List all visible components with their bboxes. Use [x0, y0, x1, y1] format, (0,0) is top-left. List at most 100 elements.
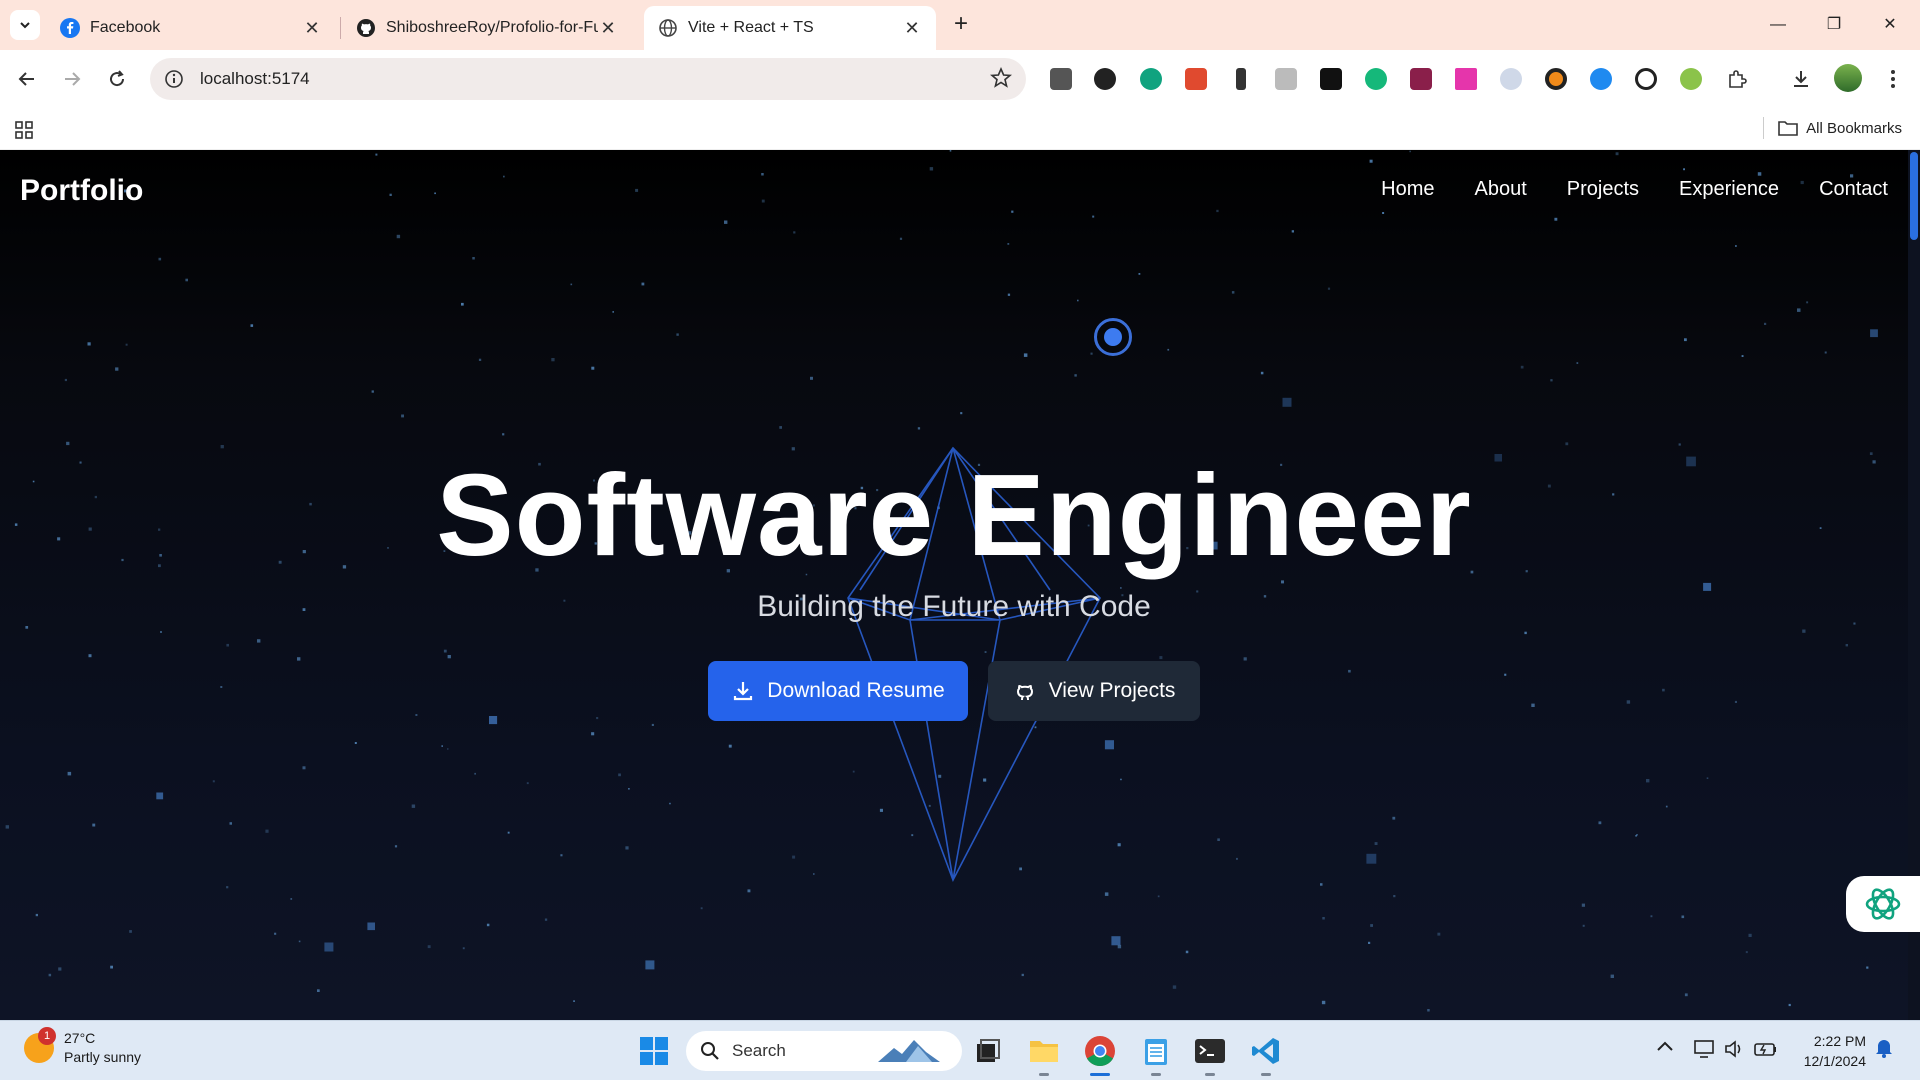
nav-projects[interactable]: Projects — [1567, 178, 1639, 201]
taskbar-search[interactable]: Search — [686, 1031, 962, 1071]
forward-button[interactable] — [57, 64, 87, 94]
star-particle — [645, 960, 655, 970]
chrome-taskbar-button[interactable] — [1082, 1033, 1118, 1069]
notepad-icon — [1145, 1039, 1167, 1065]
extension-icon[interactable] — [1545, 68, 1567, 90]
downloads-button[interactable] — [1786, 64, 1816, 94]
star-particle — [1393, 895, 1396, 898]
star-particle — [394, 845, 398, 848]
star-particle — [1734, 700, 1737, 703]
close-icon[interactable]: ✕ — [302, 18, 322, 39]
running-indicator — [1039, 1073, 1049, 1076]
close-icon[interactable]: ✕ — [902, 18, 922, 39]
apps-grid-icon[interactable] — [14, 120, 34, 140]
url-text[interactable]: localhost:5174 — [200, 69, 310, 89]
extension-icon[interactable] — [1094, 68, 1116, 90]
nav-about[interactable]: About — [1474, 178, 1526, 201]
reload-button[interactable] — [102, 64, 132, 94]
star-particle — [917, 427, 921, 430]
extension-icon[interactable] — [1590, 68, 1612, 90]
close-window-button[interactable]: ✕ — [1870, 10, 1910, 40]
profile-avatar[interactable] — [1834, 64, 1862, 92]
site-logo[interactable]: Portfolio — [20, 174, 143, 208]
extension-icon[interactable] — [1320, 68, 1342, 90]
battery-icon[interactable] — [1754, 1039, 1778, 1064]
star-particle — [411, 804, 416, 808]
star-particle — [612, 311, 614, 313]
extension-icon[interactable] — [1410, 68, 1432, 90]
star-particle — [1845, 644, 1848, 647]
star-particle — [1120, 778, 1122, 781]
download-resume-label: Download Resume — [767, 679, 945, 702]
volume-icon[interactable] — [1724, 1039, 1746, 1064]
extension-icon[interactable] — [1500, 68, 1522, 90]
weather-widget[interactable]: 1 27°C Partly sunny — [24, 1027, 141, 1067]
extension-icon[interactable] — [1365, 68, 1387, 90]
site-info-icon[interactable] — [164, 69, 184, 89]
arrow-right-icon — [65, 72, 81, 86]
star-particle — [1392, 816, 1396, 820]
star-icon[interactable] — [990, 67, 1012, 89]
chatgpt-floating-button[interactable] — [1846, 876, 1920, 932]
view-projects-button[interactable]: View Projects — [988, 661, 1200, 721]
star-particle — [88, 654, 92, 658]
view-projects-label: View Projects — [1048, 679, 1176, 702]
openai-icon — [1865, 888, 1901, 920]
tab-separator — [340, 17, 341, 39]
restore-button[interactable]: ❐ — [1814, 10, 1854, 40]
extension-icon[interactable] — [1680, 68, 1702, 90]
close-icon[interactable]: ✕ — [598, 18, 618, 39]
terminal-button[interactable] — [1192, 1033, 1228, 1069]
nav-contact[interactable]: Contact — [1819, 178, 1888, 201]
star-particle — [960, 412, 963, 415]
star-particle — [676, 333, 679, 336]
back-button[interactable] — [12, 64, 42, 94]
tab-strip: Facebook ✕ ShiboshreeRoy/Profolio-for-Fu… — [0, 0, 1920, 50]
download-resume-button[interactable]: Download Resume — [708, 661, 968, 721]
new-tab-button[interactable]: + — [948, 12, 974, 38]
star-particle — [1681, 915, 1685, 919]
system-clock[interactable]: 2:22 PM 12/1/2024 — [1804, 1031, 1866, 1071]
chevron-up-icon[interactable] — [1656, 1039, 1674, 1057]
star-particle — [1111, 936, 1121, 946]
star-particle — [265, 829, 269, 833]
camera-icon[interactable] — [1275, 68, 1297, 90]
extensions-button[interactable] — [1722, 64, 1752, 94]
extension-icon[interactable] — [1050, 68, 1072, 90]
eyedropper-icon[interactable] — [1236, 68, 1246, 90]
notepad-button[interactable] — [1138, 1033, 1174, 1069]
star-particle — [1866, 966, 1869, 969]
file-explorer-button[interactable] — [1026, 1033, 1062, 1069]
tab-vite-react[interactable]: Vite + React + TS ✕ — [644, 6, 936, 50]
start-button[interactable] — [636, 1033, 672, 1069]
menu-button[interactable] — [1878, 64, 1908, 94]
extension-icon[interactable] — [1185, 68, 1207, 90]
nav-home[interactable]: Home — [1381, 178, 1434, 201]
hero-subtitle: Building the Future with Code — [757, 590, 1151, 623]
network-icon[interactable] — [1694, 1039, 1716, 1064]
star-particle — [415, 714, 418, 716]
star-particle — [371, 390, 374, 393]
star-particle — [1427, 1009, 1430, 1012]
star-particle — [401, 414, 404, 418]
notification-bell-icon[interactable] — [1874, 1037, 1894, 1064]
sync-icon[interactable] — [1635, 68, 1657, 90]
star-particle — [899, 237, 903, 240]
folder-icon — [1030, 1041, 1058, 1062]
address-bar[interactable]: localhost:5174 — [150, 58, 1026, 100]
graphql-icon[interactable] — [1455, 68, 1477, 90]
task-view-button[interactable] — [970, 1033, 1006, 1069]
star-particle — [1565, 442, 1569, 446]
vscode-button[interactable] — [1248, 1033, 1284, 1069]
scrollbar-thumb[interactable] — [1910, 152, 1918, 240]
globe-icon — [659, 19, 677, 37]
tab-github[interactable]: ShiboshreeRoy/Profolio-for-Full ✕ — [342, 6, 632, 50]
all-bookmarks-button[interactable]: All Bookmarks — [1763, 117, 1902, 139]
star-particle — [1684, 338, 1687, 342]
tab-facebook[interactable]: Facebook ✕ — [46, 6, 336, 50]
minimize-button[interactable]: — — [1758, 10, 1798, 40]
chatgpt-extension-icon[interactable] — [1140, 68, 1162, 90]
tab-search-button[interactable] — [10, 10, 40, 40]
nav-experience[interactable]: Experience — [1679, 178, 1779, 201]
search-label: Search — [732, 1041, 786, 1060]
